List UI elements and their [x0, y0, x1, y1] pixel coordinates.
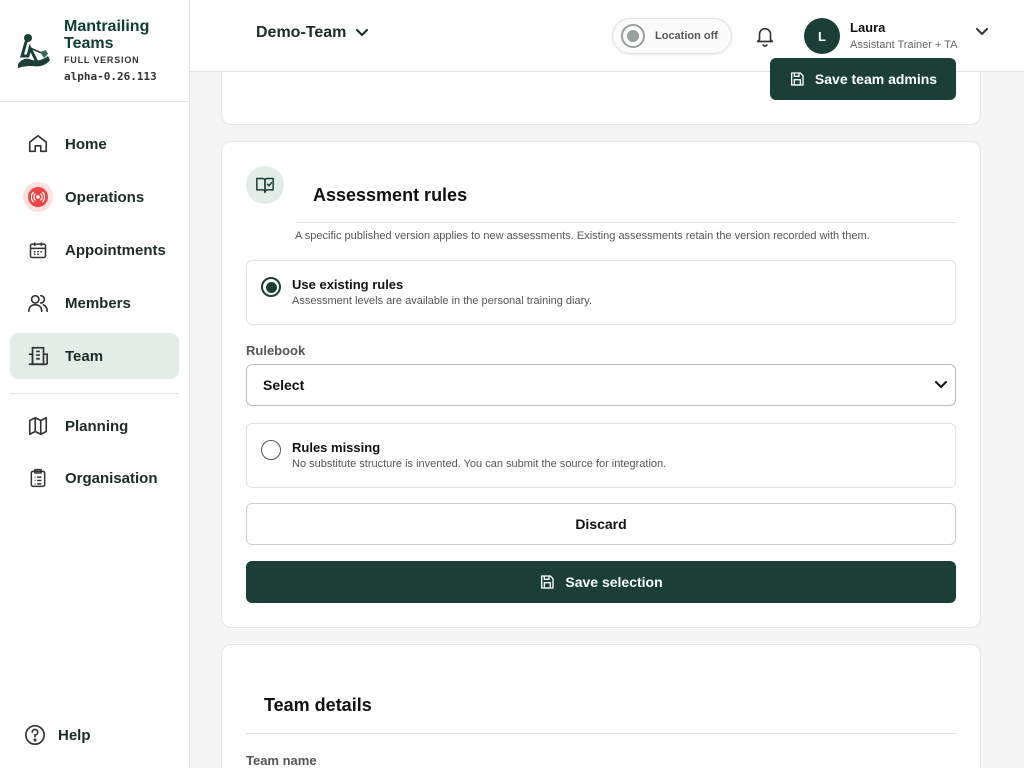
brand-version: FULL VERSION — [64, 55, 140, 65]
save-icon — [790, 72, 804, 86]
radio-rules-missing[interactable] — [261, 440, 281, 460]
building-icon — [26, 344, 50, 368]
brand-name-line2: Teams — [64, 35, 114, 52]
dog-trailer-logo-icon — [18, 34, 50, 68]
user-info: Laura Assistant Trainer + TA — [850, 19, 958, 53]
radio-use-existing[interactable] — [261, 277, 281, 297]
broadcast-icon — [23, 182, 53, 212]
sidebar-item-home[interactable]: Home — [10, 121, 179, 167]
rulebook-select[interactable]: Select — [246, 364, 956, 406]
help-link[interactable]: Help — [24, 724, 91, 746]
save-team-admins-label: Save team admins — [814, 71, 938, 87]
sidebar-item-label: Operations — [65, 188, 145, 206]
chevron-down-icon — [976, 28, 988, 36]
brand-name: Mantrailing Teams — [64, 18, 149, 52]
divider — [296, 222, 956, 223]
sidebar-item-label: Appointments — [65, 241, 166, 259]
brand-name-line1: Mantrailing — [64, 18, 150, 35]
option-description: Assessment levels are available in the p… — [292, 295, 593, 307]
clipboard-icon — [26, 466, 50, 490]
discard-button[interactable]: Discard — [246, 503, 956, 545]
chevron-down-icon — [356, 29, 369, 37]
sidebar-item-label: Organisation — [65, 469, 158, 487]
help-label: Help — [58, 726, 91, 744]
home-icon — [26, 132, 50, 156]
location-off-icon — [621, 24, 645, 48]
help-icon — [25, 725, 45, 745]
save-selection-button[interactable]: Save selection — [246, 561, 956, 603]
sidebar-item-appointments[interactable]: Appointments — [10, 227, 179, 273]
sidebar: Mantrailing Teams FULL VERSION alpha-0.2… — [0, 0, 190, 768]
sidebar-item-team[interactable]: Team — [10, 333, 179, 379]
assessment-rules-title: Assessment rules — [313, 185, 468, 205]
chevron-down-icon — [935, 381, 947, 389]
option-rules-missing[interactable]: Rules missing No substitute structure is… — [246, 423, 956, 488]
rulebook-label: Rulebook — [246, 343, 306, 358]
map-icon — [26, 414, 50, 438]
team-name-label: Team name — [246, 753, 317, 768]
team-switcher-label: Demo-Team — [256, 24, 347, 41]
divider — [246, 733, 956, 734]
location-label: Location off — [655, 30, 718, 42]
sidebar-divider — [10, 393, 179, 394]
sidebar-item-members[interactable]: Members — [10, 280, 179, 326]
sidebar-item-organisation[interactable]: Organisation — [10, 455, 179, 501]
option-title: Use existing rules — [292, 277, 404, 292]
team-switcher[interactable]: Demo-Team — [256, 24, 369, 42]
user-menu[interactable]: L Laura Assistant Trainer + TA — [804, 18, 988, 54]
save-team-admins-button[interactable]: Save team admins — [770, 58, 956, 100]
brand: Mantrailing Teams FULL VERSION alpha-0.2… — [0, 0, 189, 102]
sidebar-item-label: Planning — [65, 417, 129, 435]
option-description: No substitute structure is invented. You… — [292, 458, 667, 470]
brand-build: alpha-0.26.113 — [64, 70, 157, 83]
assessment-rules-description: A specific published version applies to … — [295, 230, 870, 242]
user-role: Assistant Trainer + TA — [850, 39, 958, 51]
location-toggle[interactable]: Location off — [612, 18, 732, 54]
sidebar-item-label: Home — [65, 135, 107, 153]
option-title: Rules missing — [292, 440, 381, 455]
save-selection-label: Save selection — [565, 574, 663, 590]
sidebar-item-operations[interactable]: Operations — [10, 174, 179, 220]
notifications-bell-icon[interactable] — [754, 25, 776, 52]
sidebar-item-label: Members — [65, 294, 131, 312]
avatar: L — [804, 18, 840, 54]
save-icon — [541, 575, 555, 589]
team-details-card: Team details Team name — [221, 644, 981, 768]
user-name: Laura — [850, 20, 886, 35]
team-details-title: Team details — [264, 695, 372, 715]
rulebook-select-value: Select — [263, 377, 305, 393]
assessment-rules-card: Assessment rules A specific published ve… — [221, 141, 981, 628]
option-use-existing-rules[interactable]: Use existing rules Assessment levels are… — [246, 260, 956, 325]
calendar-icon — [26, 238, 50, 262]
users-icon — [26, 291, 50, 315]
book-check-icon — [246, 166, 284, 204]
sidebar-item-planning[interactable]: Planning — [10, 403, 179, 449]
sidebar-item-label: Team — [65, 347, 104, 365]
